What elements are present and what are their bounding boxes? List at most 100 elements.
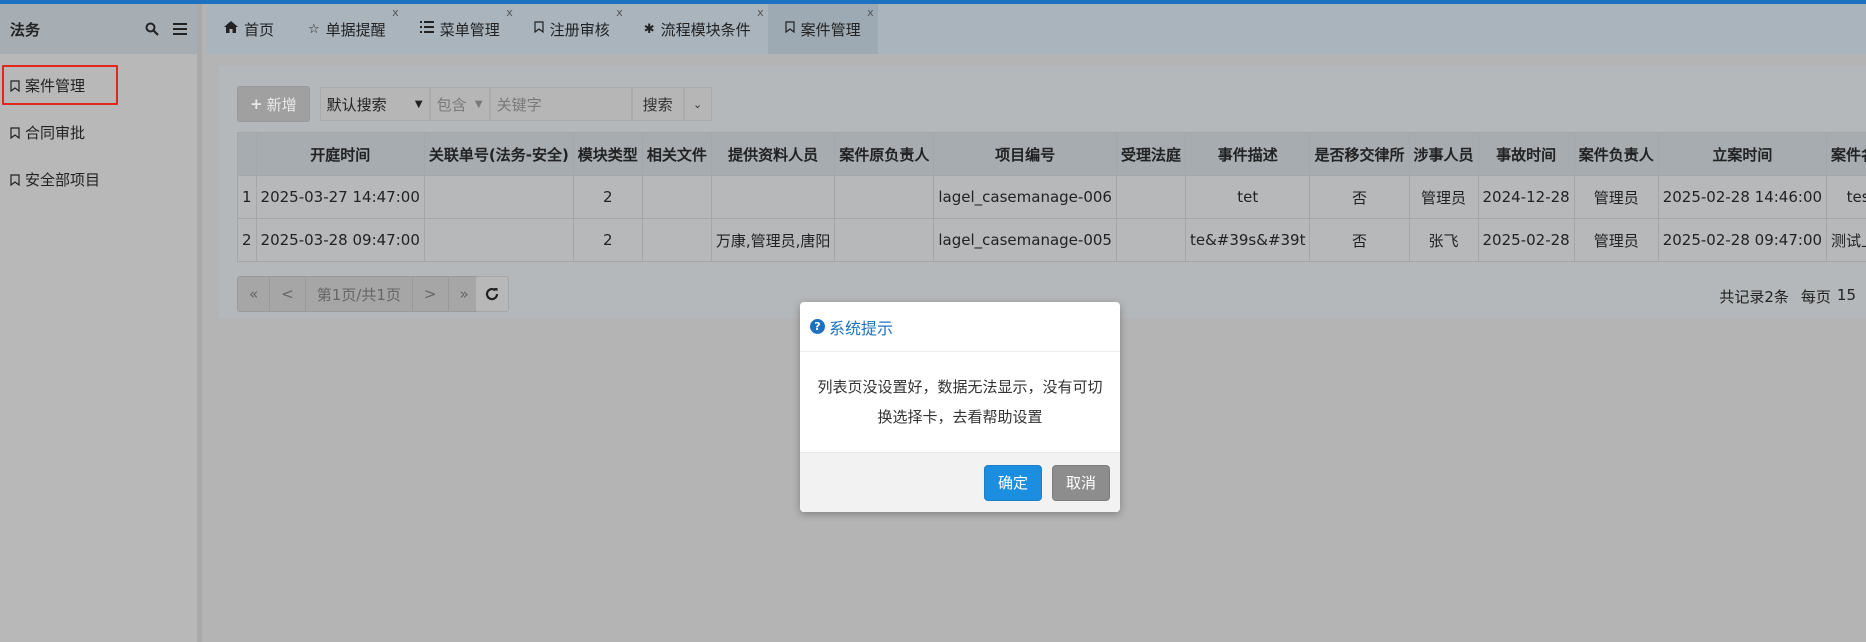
sidebar-header: 法务 [0,4,197,54]
match-mode-select[interactable]: 包含 ▼ [429,87,490,121]
row-number-header [237,132,257,176]
search-mode-select[interactable]: 默认搜索 ▼ [319,87,430,121]
tab-bar: 首页 ☆ 单据提醒 x 菜单管理 x 注册审核 x ✱ 流程模块条件 x 案件管… [207,4,1866,54]
close-icon[interactable]: x [757,6,764,19]
table-cell: 2025-02-28 [1477,218,1575,262]
table-cell: 管理员 [1573,175,1659,219]
search-options-dropdown[interactable]: ⌄ [683,87,712,121]
table-cell [1115,175,1186,219]
tab-label: 注册审核 [549,20,610,39]
tab-case-management[interactable]: 案件管理 x [767,4,878,54]
sidebar-title: 法务 [10,20,41,39]
match-mode-value: 包含 [436,95,467,114]
tab-label: 流程模块条件 [660,20,751,39]
dialog-header: ? 系统提示 [800,302,1120,352]
table-row[interactable]: 2 2025-03-28 09:47:00 2 万康,管理员,唐阳 lagel_… [237,218,1866,262]
column-header[interactable]: 立案时间 [1657,132,1828,176]
sidebar-item-contract-approval[interactable]: 合同审批 [0,109,197,156]
table-cell [423,218,574,262]
question-icon: ? [810,319,825,334]
tab-label: 首页 [244,20,275,39]
chevron-down-icon: ⌄ [693,97,703,111]
refresh-icon [485,287,499,301]
keyword-placeholder: 关键字 [496,95,542,114]
bookmark-icon [534,21,544,37]
column-header[interactable]: 事故时间 [1477,132,1575,176]
close-icon[interactable]: x [867,6,874,19]
first-page-button[interactable]: « [238,277,271,311]
column-header[interactable]: 开庭时间 [255,132,425,176]
row-number: 2 [237,218,257,262]
per-page-label: 每页 [1800,288,1831,306]
table-row[interactable]: 1 2025-03-27 14:47:00 2 lagel_casemanage… [237,175,1866,219]
table-cell: 2 [572,175,643,219]
sidebar: 法务 案件管理 合同审批 安全部项目 [0,4,202,642]
refresh-button[interactable] [475,276,509,312]
table-cell: 2025-02-28 14:46:00 [1657,175,1828,219]
add-button[interactable]: + 新增 [237,86,310,122]
caret-down-icon: ▼ [474,98,483,110]
table-cell [423,175,574,219]
plus-icon: + [250,95,263,113]
close-icon[interactable]: x [506,6,513,19]
column-header[interactable]: 是否移交律所 [1309,132,1410,176]
search-button[interactable]: 搜索 [631,87,684,121]
asterisk-icon: ✱ [643,21,655,37]
table-cell: 否 [1309,175,1410,219]
confirm-button[interactable]: 确定 [984,464,1042,501]
column-header[interactable]: 案件名称 [1826,132,1866,176]
table-cell: lagel_casemanage-006 [933,175,1117,219]
dialog-footer: 确定 取消 [800,452,1120,512]
prev-page-button[interactable]: < [270,277,306,311]
tab-menu-management[interactable]: 菜单管理 x [403,4,517,54]
search-mode-value: 默认搜索 [326,95,387,114]
keyword-input[interactable]: 关键字 [489,87,632,121]
table-cell [641,218,712,262]
close-icon[interactable]: x [616,6,623,19]
search-button-label: 搜索 [642,95,673,114]
tab-reminders[interactable]: ☆ 单据提醒 x [291,4,403,54]
home-icon [224,21,238,37]
sidebar-item-label: 安全部项目 [25,171,101,189]
table-cell: 万康,管理员,唐阳 [710,218,836,262]
table-cell: 2024-12-28 [1477,175,1575,219]
column-header[interactable]: 关联单号(法务-安全) [423,132,574,176]
table-cell: 2025-03-28 09:47:00 [255,218,425,262]
menu-icon[interactable] [173,22,187,36]
tab-workflow-conditions[interactable]: ✱ 流程模块条件 x [627,4,768,54]
per-page-value[interactable]: 15 [1837,286,1856,307]
column-header[interactable]: 涉事人员 [1408,132,1479,176]
record-count: 共记录2条 [1719,288,1789,306]
table-cell: te&#39s&#39t [1184,218,1311,262]
column-header[interactable]: 模块类型 [572,132,643,176]
column-header[interactable]: 受理法庭 [1115,132,1186,176]
page-info: 第1页/共1页 [306,277,413,311]
table-cell: tet [1184,175,1311,219]
sidebar-item-label: 案件管理 [25,77,86,95]
pagination: « < 第1页/共1页 > » [237,276,481,312]
column-header[interactable]: 案件原负责人 [834,132,935,176]
table-cell: test [1826,175,1866,219]
dialog-title: 系统提示 [829,318,894,338]
list-icon [419,21,434,37]
sidebar-header-icons [145,22,187,36]
tab-home[interactable]: 首页 [207,4,291,54]
table-header-row: 开庭时间 关联单号(法务-安全) 模块类型 相关文件 提供资料人员 案件原负责人… [237,132,1866,176]
column-header[interactable]: 事件描述 [1184,132,1311,176]
column-header[interactable]: 案件负责人 [1573,132,1659,176]
sidebar-item-case-management[interactable]: 案件管理 [0,62,197,109]
column-header[interactable]: 相关文件 [641,132,712,176]
cancel-button[interactable]: 取消 [1052,464,1110,501]
tab-registration-review[interactable]: 注册审核 x [517,4,627,54]
column-header[interactable]: 提供资料人员 [710,132,836,176]
search-icon[interactable] [145,22,159,36]
close-icon[interactable]: x [392,6,399,19]
caret-down-icon: ▼ [414,98,423,110]
table-cell: 管理员 [1573,218,1659,262]
next-page-button[interactable]: > [413,277,449,311]
column-header[interactable]: 项目编号 [933,132,1117,176]
sidebar-item-safety-projects[interactable]: 安全部项目 [0,156,197,203]
tab-label: 菜单管理 [439,20,500,39]
bookmark-icon [785,21,795,37]
star-icon: ☆ [308,21,320,37]
